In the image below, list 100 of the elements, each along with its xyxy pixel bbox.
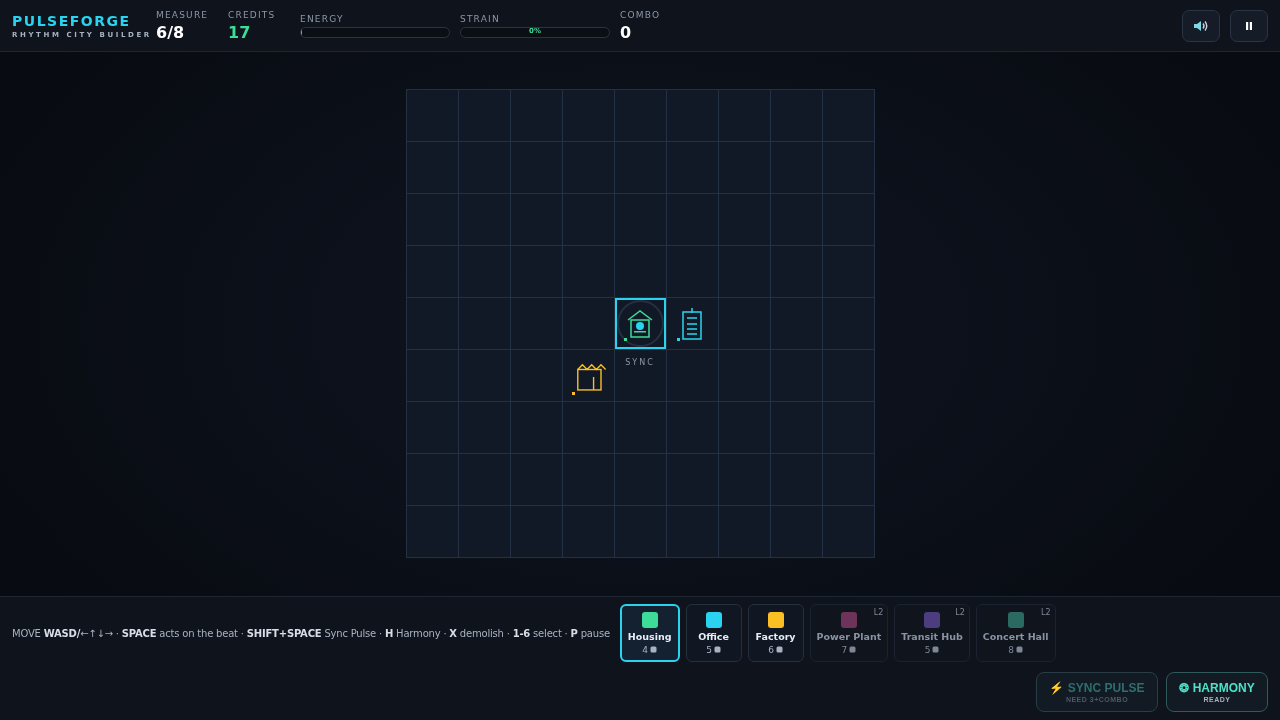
grid-cell[interactable]	[510, 506, 563, 558]
grid-cell[interactable]	[666, 90, 719, 142]
grid-cell[interactable]	[770, 506, 823, 558]
pause-icon	[1245, 20, 1253, 31]
grid-cell[interactable]	[458, 350, 511, 402]
coin-icon	[849, 646, 857, 653]
stat-value: 0	[620, 22, 633, 42]
grid-cell[interactable]	[510, 402, 563, 454]
grid-cell[interactable]	[718, 454, 771, 506]
grid-cell[interactable]	[822, 246, 875, 298]
grid-cell[interactable]	[718, 402, 771, 454]
grid-cell[interactable]	[406, 90, 459, 142]
grid-cell[interactable]	[822, 142, 875, 194]
grid-cell[interactable]	[562, 142, 615, 194]
grid-cell[interactable]	[666, 506, 719, 558]
grid-cell[interactable]	[458, 246, 511, 298]
grid-cell[interactable]	[562, 298, 615, 350]
grid-cell[interactable]	[822, 350, 875, 402]
building-cost: 7	[841, 644, 848, 655]
stat-label: CREDITS	[228, 9, 277, 20]
grid-cell[interactable]	[406, 402, 459, 454]
grid-cell[interactable]	[510, 246, 563, 298]
game-title: PULSEFORGE	[12, 12, 132, 29]
grid-cell[interactable]	[614, 246, 667, 298]
grid-cell[interactable]	[458, 506, 511, 558]
grid-cell[interactable]	[562, 454, 615, 506]
building-card[interactable]: Office 5	[685, 604, 742, 662]
grid-cell[interactable]	[822, 402, 875, 454]
office-icon	[680, 306, 704, 341]
grid-cell[interactable]	[406, 506, 459, 558]
grid-cell[interactable]	[822, 298, 875, 350]
grid-cell[interactable]	[718, 194, 771, 246]
grid-cell[interactable]	[458, 194, 511, 246]
grid-cell[interactable]	[770, 246, 823, 298]
building-cost: 8	[1008, 644, 1015, 655]
grid-cell[interactable]	[406, 454, 459, 506]
coin-icon	[650, 646, 658, 653]
building-cost: 4	[642, 644, 649, 655]
grid-cell[interactable]	[770, 90, 823, 142]
pause-button[interactable]	[1230, 9, 1268, 42]
grid-cell[interactable]	[666, 298, 719, 350]
grid-cell[interactable]	[458, 142, 511, 194]
grid-cell[interactable]	[562, 194, 615, 246]
grid-cell[interactable]	[666, 142, 719, 194]
grid-cell[interactable]	[614, 90, 667, 142]
building-card[interactable]: Housing 4	[619, 604, 680, 662]
grid-cell[interactable]	[822, 506, 875, 558]
grid-cell[interactable]	[458, 298, 511, 350]
grid-cell[interactable]	[666, 402, 719, 454]
building-card[interactable]: Transit Hub 5 L2	[894, 604, 970, 662]
grid-cell[interactable]	[458, 454, 511, 506]
grid-cell[interactable]	[406, 142, 459, 194]
grid-cell[interactable]	[614, 194, 667, 246]
grid-cell[interactable]	[718, 142, 771, 194]
building-card[interactable]: Power Plant 7 L2	[809, 604, 889, 662]
building-card[interactable]: Factory 6	[747, 604, 804, 662]
grid-cell[interactable]	[406, 246, 459, 298]
grid-cell[interactable]	[458, 90, 511, 142]
grid-cell[interactable]	[822, 194, 875, 246]
grid-cell[interactable]	[666, 454, 719, 506]
grid-cell[interactable]	[510, 142, 563, 194]
building-card[interactable]: Concert Hall 8 L2	[975, 604, 1056, 662]
grid-cell[interactable]	[770, 402, 823, 454]
grid-cell[interactable]	[562, 506, 615, 558]
grid-cell[interactable]	[614, 402, 667, 454]
grid-cell[interactable]	[822, 90, 875, 142]
sound-button[interactable]	[1182, 9, 1220, 42]
grid-cell[interactable]	[666, 194, 719, 246]
grid-cell[interactable]	[666, 350, 719, 402]
grid-cell[interactable]	[614, 350, 667, 402]
grid-cell[interactable]	[666, 246, 719, 298]
grid-cell[interactable]	[614, 454, 667, 506]
grid-cell[interactable]	[770, 350, 823, 402]
grid-cell[interactable]	[562, 402, 615, 454]
grid-cell[interactable]	[458, 402, 511, 454]
grid-cell[interactable]	[510, 90, 563, 142]
grid-cell[interactable]	[406, 194, 459, 246]
grid-cell[interactable]	[718, 350, 771, 402]
grid-cell[interactable]	[510, 194, 563, 246]
tier-label: L2	[955, 608, 965, 617]
grid-cell[interactable]	[718, 90, 771, 142]
grid-cell[interactable]	[822, 454, 875, 506]
building-name: Factory	[755, 630, 796, 642]
grid-cell[interactable]	[718, 298, 771, 350]
grid-cell[interactable]	[562, 246, 615, 298]
grid-cell[interactable]	[770, 142, 823, 194]
grid-cell[interactable]	[562, 90, 615, 142]
grid-cell[interactable]	[562, 350, 615, 402]
grid-cell[interactable]	[510, 298, 563, 350]
grid-cell[interactable]	[770, 454, 823, 506]
grid-cell[interactable]	[718, 506, 771, 558]
grid-cell[interactable]	[510, 454, 563, 506]
grid-cell[interactable]	[614, 506, 667, 558]
grid-cell[interactable]	[406, 350, 459, 402]
grid-cell[interactable]	[406, 298, 459, 350]
grid-cell[interactable]	[770, 298, 823, 350]
grid-cell[interactable]	[718, 246, 771, 298]
grid-cell[interactable]	[770, 194, 823, 246]
grid-cell[interactable]	[510, 350, 563, 402]
grid-cell[interactable]	[614, 142, 667, 194]
